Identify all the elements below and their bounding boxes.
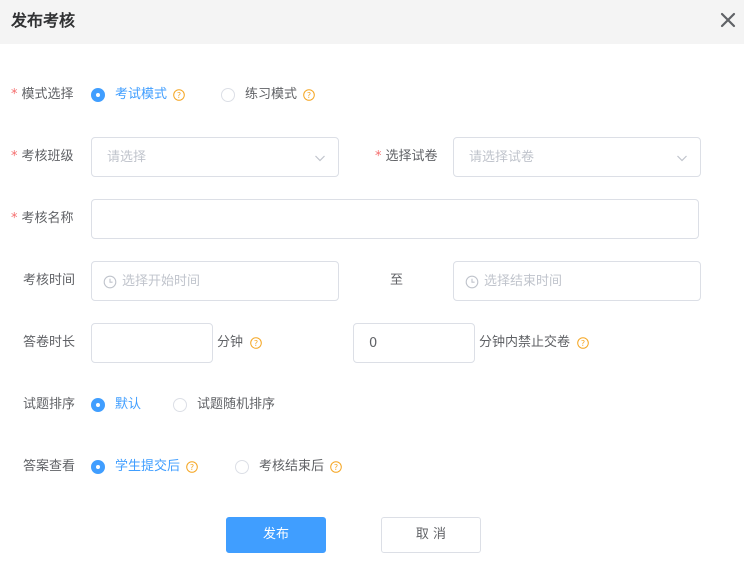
radio-practice-mode[interactable]: 练习模式 ? — [221, 85, 315, 105]
duration-unit: 分钟 ? — [217, 333, 262, 353]
paper-select[interactable]: 请选择试卷 — [453, 137, 701, 177]
chevron-down-icon — [677, 155, 687, 162]
class-label: * 考核班级 — [11, 149, 74, 164]
svg-text:?: ? — [177, 91, 181, 100]
svg-text:?: ? — [581, 339, 585, 348]
radio-dot — [221, 88, 235, 102]
exam-name-label: * 考核名称 — [11, 211, 74, 226]
question-circle-icon[interactable]: ? — [330, 461, 342, 473]
question-circle-icon[interactable]: ? — [173, 89, 185, 101]
radio-exam-mode[interactable]: 考试模式 ? — [91, 85, 185, 105]
radio-after-exam-end[interactable]: 考核结束后 ? — [235, 457, 342, 477]
svg-text:?: ? — [334, 463, 338, 472]
mode-label: * 模式选择 — [11, 87, 74, 102]
question-circle-icon[interactable]: ? — [303, 89, 315, 101]
radio-dot — [91, 88, 105, 102]
radio-dot — [173, 398, 187, 412]
close-icon[interactable] — [718, 10, 738, 30]
paper-label: * 选择试卷 — [375, 149, 438, 164]
exam-name-input[interactable] — [91, 199, 699, 239]
radio-after-submit[interactable]: 学生提交后 ? — [91, 457, 198, 477]
clock-icon — [465, 275, 479, 289]
radio-dot — [235, 460, 249, 474]
no-submit-label: 分钟内禁止交卷 ? — [479, 333, 589, 353]
duration-input[interactable] — [91, 323, 213, 363]
question-circle-icon[interactable]: ? — [250, 337, 262, 349]
question-circle-icon[interactable]: ? — [577, 337, 589, 349]
chevron-down-icon — [315, 155, 325, 162]
radio-order-default[interactable]: 默认 — [91, 395, 141, 415]
end-time-picker[interactable]: 选择结束时间 — [453, 261, 701, 301]
svg-text:?: ? — [190, 463, 194, 472]
dialog-header: 发布考核 — [0, 0, 744, 44]
order-label: 试题排序 — [23, 397, 76, 412]
radio-order-random[interactable]: 试题随机排序 — [173, 395, 275, 415]
dialog-title: 发布考核 — [11, 11, 76, 30]
svg-text:?: ? — [254, 339, 258, 348]
class-select[interactable]: 请选择 — [91, 137, 339, 177]
exam-time-label: 考核时间 — [23, 273, 76, 288]
answer-view-label: 答案查看 — [23, 459, 76, 474]
question-circle-icon[interactable]: ? — [186, 461, 198, 473]
publish-button[interactable]: 发布 — [226, 517, 326, 553]
svg-text:?: ? — [307, 91, 311, 100]
start-time-picker[interactable]: 选择开始时间 — [91, 261, 339, 301]
clock-icon — [103, 275, 117, 289]
radio-dot — [91, 460, 105, 474]
time-range-separator: 至 — [390, 273, 404, 288]
cancel-button[interactable]: 取 消 — [381, 517, 481, 553]
no-submit-minutes-input[interactable]: 0 — [353, 323, 475, 363]
duration-label: 答卷时长 — [23, 335, 76, 350]
radio-dot — [91, 398, 105, 412]
